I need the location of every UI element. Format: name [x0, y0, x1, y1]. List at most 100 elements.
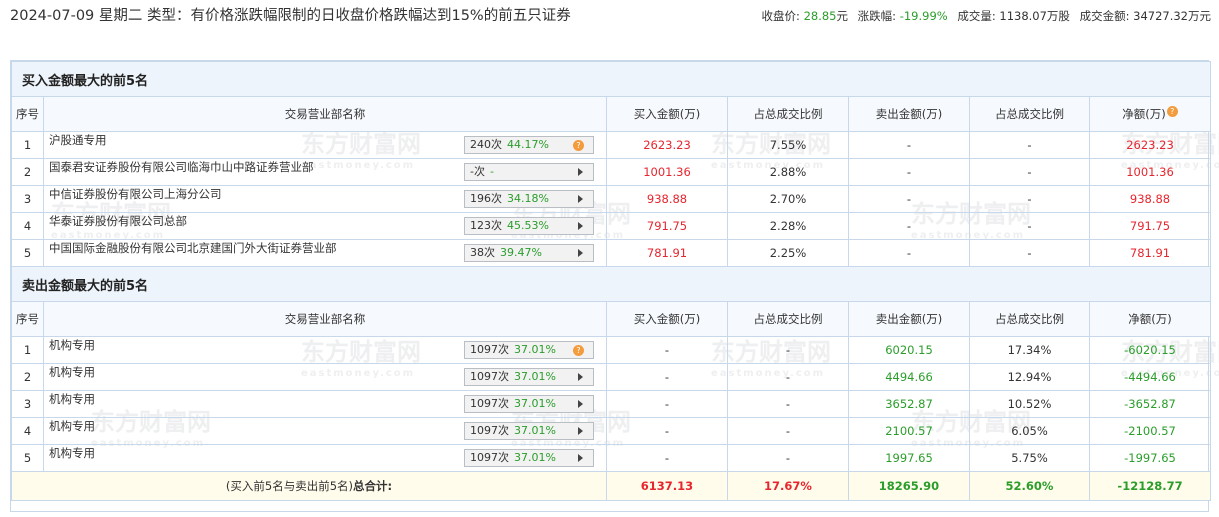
arrow-right-icon[interactable] — [578, 373, 583, 381]
table-row: 3 机构专用 1097次 37.01% - -3652.87 10.52% -3652.87 — [11, 390, 1211, 418]
arrow-right-icon[interactable] — [578, 400, 583, 408]
win-rate: 37.01% — [514, 370, 556, 383]
trade-count: 123次 — [470, 219, 502, 232]
dept-cell: 机构专用 1097次 37.01% — [43, 363, 607, 391]
win-rate: 44.17% — [507, 138, 549, 151]
table-row: 4 华泰证券股份有限公司总部 123次 45.53% 791.75 2.28% - -791.… — [11, 212, 1211, 240]
trade-count: 1097次 — [470, 370, 509, 383]
volume-value: 1138.07万股 — [999, 9, 1070, 23]
dept-cell: 沪股通专用 240次 44.17%? — [43, 131, 607, 159]
arrow-right-icon[interactable] — [578, 195, 583, 203]
row-seq: 4 — [11, 212, 44, 240]
row-seq: 4 — [11, 417, 44, 445]
row-seq: 1 — [11, 336, 44, 364]
trade-stats-button[interactable]: 196次 34.18% — [464, 190, 594, 208]
buy-amount: - — [606, 417, 728, 445]
row-seq: 2 — [11, 363, 44, 391]
dept-name[interactable]: 国泰君安证券股份有限公司临海巾山中路证券营业部 — [49, 160, 314, 174]
net-amount: -1997.65 — [1089, 444, 1211, 472]
close-value: 28.85元 — [803, 9, 848, 23]
column-header-buy-ratio: 占总成交比例 — [727, 96, 849, 132]
column-label: 交易营业部名称 — [284, 107, 366, 121]
trade-stats-button[interactable]: 240次 44.17%? — [464, 136, 594, 154]
column-header-dept: 交易营业部名称 — [43, 96, 607, 132]
row-seq: 5 — [11, 444, 44, 472]
table-row: 1 沪股通专用 240次 44.17%? 2623.23 7.55% - -2623.23 — [11, 131, 1211, 159]
question-icon[interactable]: ? — [573, 345, 584, 356]
trade-stats-button[interactable]: 38次 39.47% — [464, 244, 594, 262]
trade-stats-button[interactable]: 1097次 37.01% — [464, 422, 594, 440]
dept-name[interactable]: 华泰证券股份有限公司总部 — [49, 214, 187, 228]
sell-ratio: - — [969, 158, 1090, 186]
sell-amount: - — [848, 131, 970, 159]
table-row: 1 机构专用 1097次 37.01%? - -6020.15 17.34% -6020.15 — [11, 336, 1211, 364]
trade-stats-button[interactable]: 1097次 37.01%? — [464, 341, 594, 359]
arrow-right-icon[interactable] — [578, 168, 583, 176]
amount-value: 34727.32万元 — [1133, 9, 1211, 23]
help-icon[interactable]: ? — [1166, 106, 1178, 117]
win-rate: 37.01% — [514, 451, 556, 464]
win-rate: 39.47% — [500, 246, 542, 259]
buy-ratio: - — [727, 336, 849, 364]
dept-name[interactable]: 沪股通专用 — [49, 133, 107, 147]
net-amount: 938.88 — [1089, 185, 1211, 213]
total-buy-ratio: 17.67% — [727, 471, 849, 501]
trade-stats-button[interactable]: -次 - — [464, 163, 594, 181]
dept-name[interactable]: 中信证券股份有限公司上海分公司 — [49, 187, 222, 201]
win-rate: 37.01% — [514, 397, 556, 410]
row-seq: 5 — [11, 239, 44, 267]
trade-stats-button[interactable]: 1097次 37.01% — [464, 368, 594, 386]
dept-name[interactable]: 机构专用 — [49, 392, 95, 406]
trade-count: 1097次 — [470, 451, 509, 464]
trade-stats-button[interactable]: 1097次 37.01% — [464, 395, 594, 413]
dept-cell: 中信证券股份有限公司上海分公司 196次 34.18% — [43, 185, 607, 213]
buy-amount: 1001.36 — [606, 158, 728, 186]
sell-ratio: 12.94% — [969, 363, 1090, 391]
sell-ratio: - — [969, 131, 1090, 159]
dept-name[interactable]: 机构专用 — [49, 446, 95, 460]
question-icon[interactable]: ? — [573, 140, 584, 151]
total-sell: 18265.90 — [848, 471, 970, 501]
trade-stats-button[interactable]: 1097次 37.01% — [464, 449, 594, 467]
dept-name[interactable]: 机构专用 — [49, 419, 95, 433]
dept-cell: 机构专用 1097次 37.01% — [43, 417, 607, 445]
column-label: 净额(万) — [1128, 312, 1172, 326]
sell-amount: 3652.87 — [848, 390, 970, 418]
net-amount: 781.91 — [1089, 239, 1211, 267]
dept-name[interactable]: 机构专用 — [49, 338, 95, 352]
column-header-sell-ratio: 占总成交比例 — [969, 301, 1090, 337]
arrow-right-icon[interactable] — [578, 427, 583, 435]
net-amount: -4494.66 — [1089, 363, 1211, 391]
sell-amount: - — [848, 212, 970, 240]
arrow-right-icon[interactable] — [578, 222, 583, 230]
buy-ratio: - — [727, 390, 849, 418]
buy-ratio: - — [727, 417, 849, 445]
buy-ratio: 2.25% — [727, 239, 849, 267]
change-value: -19.99% — [899, 9, 948, 23]
dept-cell: 国泰君安证券股份有限公司临海巾山中路证券营业部 -次 - — [43, 158, 607, 186]
total-label-prefix: (买入前5名与卖出前5名) — [225, 479, 353, 493]
sell-ratio: - — [969, 185, 1090, 213]
dept-name[interactable]: 机构专用 — [49, 365, 95, 379]
arrow-right-icon[interactable] — [578, 454, 583, 462]
trade-stats-button[interactable]: 123次 45.53% — [464, 217, 594, 235]
dept-cell: 机构专用 1097次 37.01% — [43, 390, 607, 418]
net-amount: -6020.15 — [1089, 336, 1211, 364]
detail-table: 买入金额最大的前5名 序号 交易营业部名称 买入金额(万) 占总成交比例 卖出金额(万) 占… — [11, 61, 1211, 501]
buy-amount: - — [606, 336, 728, 364]
buy-amount: 781.91 — [606, 239, 728, 267]
arrow-right-icon[interactable] — [578, 249, 583, 257]
column-label: 占总成交比例 — [753, 312, 823, 326]
amount-label: 成交金额: — [1079, 9, 1130, 23]
table-row: 5 中国国际金融股份有限公司北京建国门外大街证券营业部 38次 39.47% 781.9… — [11, 239, 1211, 267]
column-header-row: 序号 交易营业部名称 买入金额(万) 占总成交比例 卖出金额(万) 占总成交比例 净额(万) — [11, 301, 1211, 337]
trade-count: 240次 — [470, 138, 502, 151]
column-header-sell-ratio: 占总成交比例 — [969, 96, 1090, 132]
total-net: -12128.77 — [1089, 471, 1211, 501]
sell-amount: 1997.65 — [848, 444, 970, 472]
column-header-sell: 卖出金额(万) — [848, 96, 970, 132]
buy-amount: 2623.23 — [606, 131, 728, 159]
column-header-buy: 买入金额(万) — [606, 96, 728, 132]
buy_section-header: 买入金额最大的前5名 — [11, 61, 1211, 97]
dept-name[interactable]: 中国国际金融股份有限公司北京建国门外大街证券营业部 — [49, 241, 337, 255]
